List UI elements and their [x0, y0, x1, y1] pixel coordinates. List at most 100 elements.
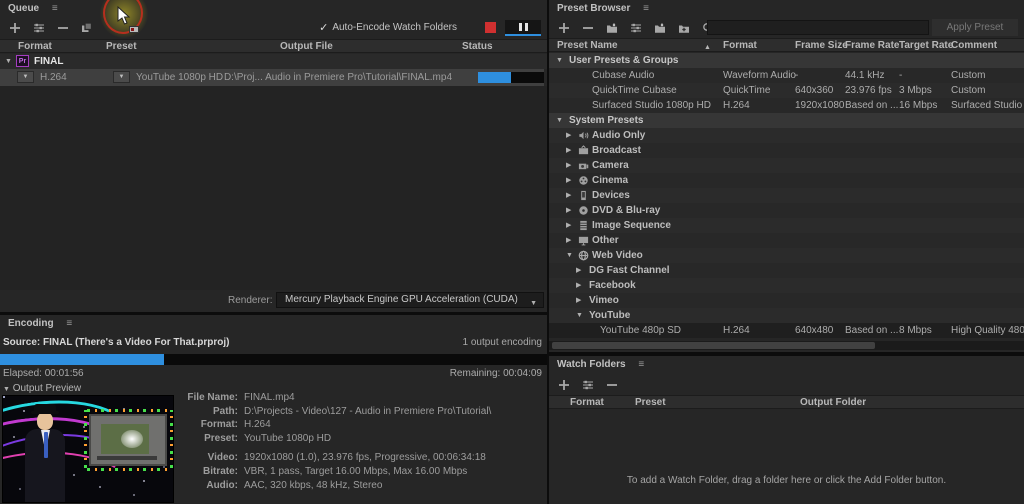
preset-cell: High Quality 480 — [951, 323, 1024, 338]
new-preset-icon[interactable] — [554, 19, 574, 36]
preset-group-row[interactable]: ▼System Presets — [549, 113, 1024, 128]
expand-node-icon[interactable]: ▶ — [576, 293, 581, 308]
expand-node-icon[interactable]: ▶ — [566, 158, 571, 173]
expand-node-icon[interactable]: ▶ — [566, 203, 571, 218]
column-header-format[interactable]: Format — [18, 41, 52, 53]
watch-folders-title: Watch Folders ≡ — [549, 356, 1024, 373]
preset-browser-menu-icon[interactable]: ≡ — [643, 3, 649, 14]
output-detail-row: Bitrate:VBR, 1 pass, Target 16.00 Mbps, … — [176, 465, 491, 479]
collapse-node-icon[interactable]: ▼ — [556, 53, 563, 68]
apply-preset-button[interactable]: Apply Preset — [932, 19, 1018, 36]
preset-row[interactable]: YouTube 480p SDH.264640x480Based on ...8… — [549, 323, 1024, 338]
preset-cell: Surfaced Studio E — [951, 98, 1024, 113]
column-header-frame-rate[interactable]: Frame Rate — [845, 40, 899, 52]
job-preset-value: YouTube 1080p HD — [136, 69, 223, 86]
preset-settings-icon[interactable] — [626, 19, 646, 36]
panel-divider[interactable] — [549, 352, 1024, 356]
new-preset-group-icon[interactable] — [602, 19, 622, 36]
delete-preset-icon[interactable] — [578, 19, 598, 36]
queue-panel-menu-icon[interactable]: ≡ — [52, 3, 58, 14]
expand-node-icon[interactable]: ▶ — [576, 263, 581, 278]
expand-node-icon[interactable]: ▶ — [566, 173, 571, 188]
preset-category-row[interactable]: ▶Facebook — [549, 278, 1024, 293]
preset-category-row[interactable]: ▶Cinema — [549, 173, 1024, 188]
encoding-title-label: Encoding — [8, 318, 54, 329]
pause-queue-button[interactable] — [505, 20, 541, 36]
renderer-value: Mercury Playback Engine GPU Acceleration… — [285, 294, 518, 305]
preset-search-input[interactable] — [707, 20, 929, 35]
preset-category-row[interactable]: ▶Camera — [549, 158, 1024, 173]
watch-folders-menu-icon[interactable]: ≡ — [638, 359, 644, 370]
expand-node-icon[interactable]: ▶ — [566, 233, 571, 248]
presenter-head — [37, 412, 53, 430]
preset-category-row[interactable]: ▶Devices — [549, 188, 1024, 203]
output-detail-row: Video:1920x1080 (1.0), 23.976 fps, Progr… — [176, 451, 491, 465]
import-preset-icon[interactable] — [650, 19, 670, 36]
watch-folder-settings-icon[interactable] — [578, 376, 598, 393]
remove-item-icon[interactable] — [53, 19, 73, 36]
expand-node-icon[interactable]: ▶ — [576, 278, 581, 293]
detail-label: Video: — [176, 451, 238, 465]
auto-encode-checkbox[interactable]: ✓ — [319, 21, 328, 34]
queue-job-row[interactable]: ▼ H.264 ▼ YouTube 1080p HD D:\Proj... Au… — [0, 69, 544, 86]
preset-hscrollbar-thumb[interactable] — [552, 342, 875, 349]
column-header-output-file[interactable]: Output File — [280, 41, 333, 53]
column-header-format[interactable]: Format — [570, 397, 604, 409]
add-output-icon[interactable] — [29, 19, 49, 36]
column-header-format[interactable]: Format — [723, 40, 757, 52]
column-header-preset-name[interactable]: Preset Name — [557, 40, 618, 52]
preset-category-row[interactable]: ▶Broadcast — [549, 143, 1024, 158]
detail-label: Preset: — [176, 432, 238, 446]
preset-category-row[interactable]: ▶DVD & Blu-ray — [549, 203, 1024, 218]
preset-category-row[interactable]: ▶Audio Only — [549, 128, 1024, 143]
column-header-output-folder[interactable]: Output Folder — [800, 397, 866, 409]
preset-category-row[interactable]: ▶Image Sequence — [549, 218, 1024, 233]
column-header-comment[interactable]: Comment — [951, 40, 997, 52]
presenter-hat-brim — [31, 411, 59, 414]
collapse-node-icon[interactable]: ▼ — [556, 113, 563, 128]
queue-group-row[interactable]: ▼ Pr FINAL — [0, 54, 547, 69]
reel-icon — [578, 175, 589, 186]
expand-node-icon[interactable]: ▶ — [566, 128, 571, 143]
preset-category-row[interactable]: ▼Web Video — [549, 248, 1024, 263]
column-header-status[interactable]: Status — [462, 41, 493, 53]
preset-group-row[interactable]: ▼User Presets & Groups — [549, 53, 1024, 68]
preset-hscrollbar[interactable] — [549, 341, 1024, 350]
add-watch-folder-icon[interactable] — [554, 376, 574, 393]
preset-category-row[interactable]: ▶Other — [549, 233, 1024, 248]
media-encoder-window: Queue ≡ ✓ Auto-Encode Watch Folders Form… — [0, 0, 1024, 504]
column-header-preset[interactable]: Preset — [106, 41, 137, 53]
duplicate-item-icon[interactable] — [77, 19, 97, 36]
preset-dropdown[interactable]: ▼ — [113, 71, 130, 83]
format-dropdown[interactable]: ▼ — [17, 71, 34, 83]
remove-watch-folder-icon[interactable] — [602, 376, 622, 393]
job-output-file-link[interactable]: D:\Proj... Audio in Premiere Pro\Tutoria… — [224, 69, 452, 86]
watch-folders-drop-area[interactable]: To add a Watch Folder, drag a folder her… — [549, 410, 1024, 504]
preset-category-row[interactable]: ▼YouTube — [549, 308, 1024, 323]
preset-category-row[interactable]: ▶Vimeo — [549, 293, 1024, 308]
expand-node-icon[interactable]: ▶ — [566, 218, 571, 233]
expand-node-icon[interactable]: ▶ — [566, 143, 571, 158]
column-header-frame-size[interactable]: Frame Size — [795, 40, 848, 52]
export-preset-icon[interactable] — [674, 19, 694, 36]
output-preview-toggle[interactable]: ▼ Output Preview — [3, 383, 81, 394]
add-source-icon[interactable] — [5, 19, 25, 36]
collapse-node-icon[interactable]: ▼ — [576, 308, 583, 323]
stop-queue-button[interactable] — [479, 20, 501, 36]
collapse-node-icon[interactable]: ▼ — [566, 248, 573, 263]
renderer-select[interactable]: Mercury Playback Engine GPU Acceleration… — [276, 292, 544, 308]
panel-divider[interactable] — [547, 0, 549, 504]
preset-browser-title: Preset Browser ≡ — [549, 0, 1024, 17]
encoding-source-label: Source: FINAL (There's a Video For That.… — [3, 337, 229, 348]
preset-row[interactable]: Surfaced Studio 1080p HDH.2641920x1080Ba… — [549, 98, 1024, 113]
expand-node-icon[interactable]: ▶ — [566, 188, 571, 203]
preset-row[interactable]: QuickTime CubaseQuickTime640x36023.976 f… — [549, 83, 1024, 98]
panel-divider[interactable] — [0, 312, 547, 315]
preset-category-row[interactable]: ▶DG Fast Channel — [549, 263, 1024, 278]
preset-row[interactable]: Cubase AudioWaveform Audio-44.1 kHz-Cust… — [549, 68, 1024, 83]
encoding-panel-menu-icon[interactable]: ≡ — [66, 318, 72, 329]
job-progress-bar — [478, 72, 544, 83]
column-header-preset[interactable]: Preset — [635, 397, 666, 409]
column-header-target-rate[interactable]: Target Rate — [899, 40, 953, 52]
collapse-group-icon[interactable]: ▼ — [5, 54, 12, 69]
